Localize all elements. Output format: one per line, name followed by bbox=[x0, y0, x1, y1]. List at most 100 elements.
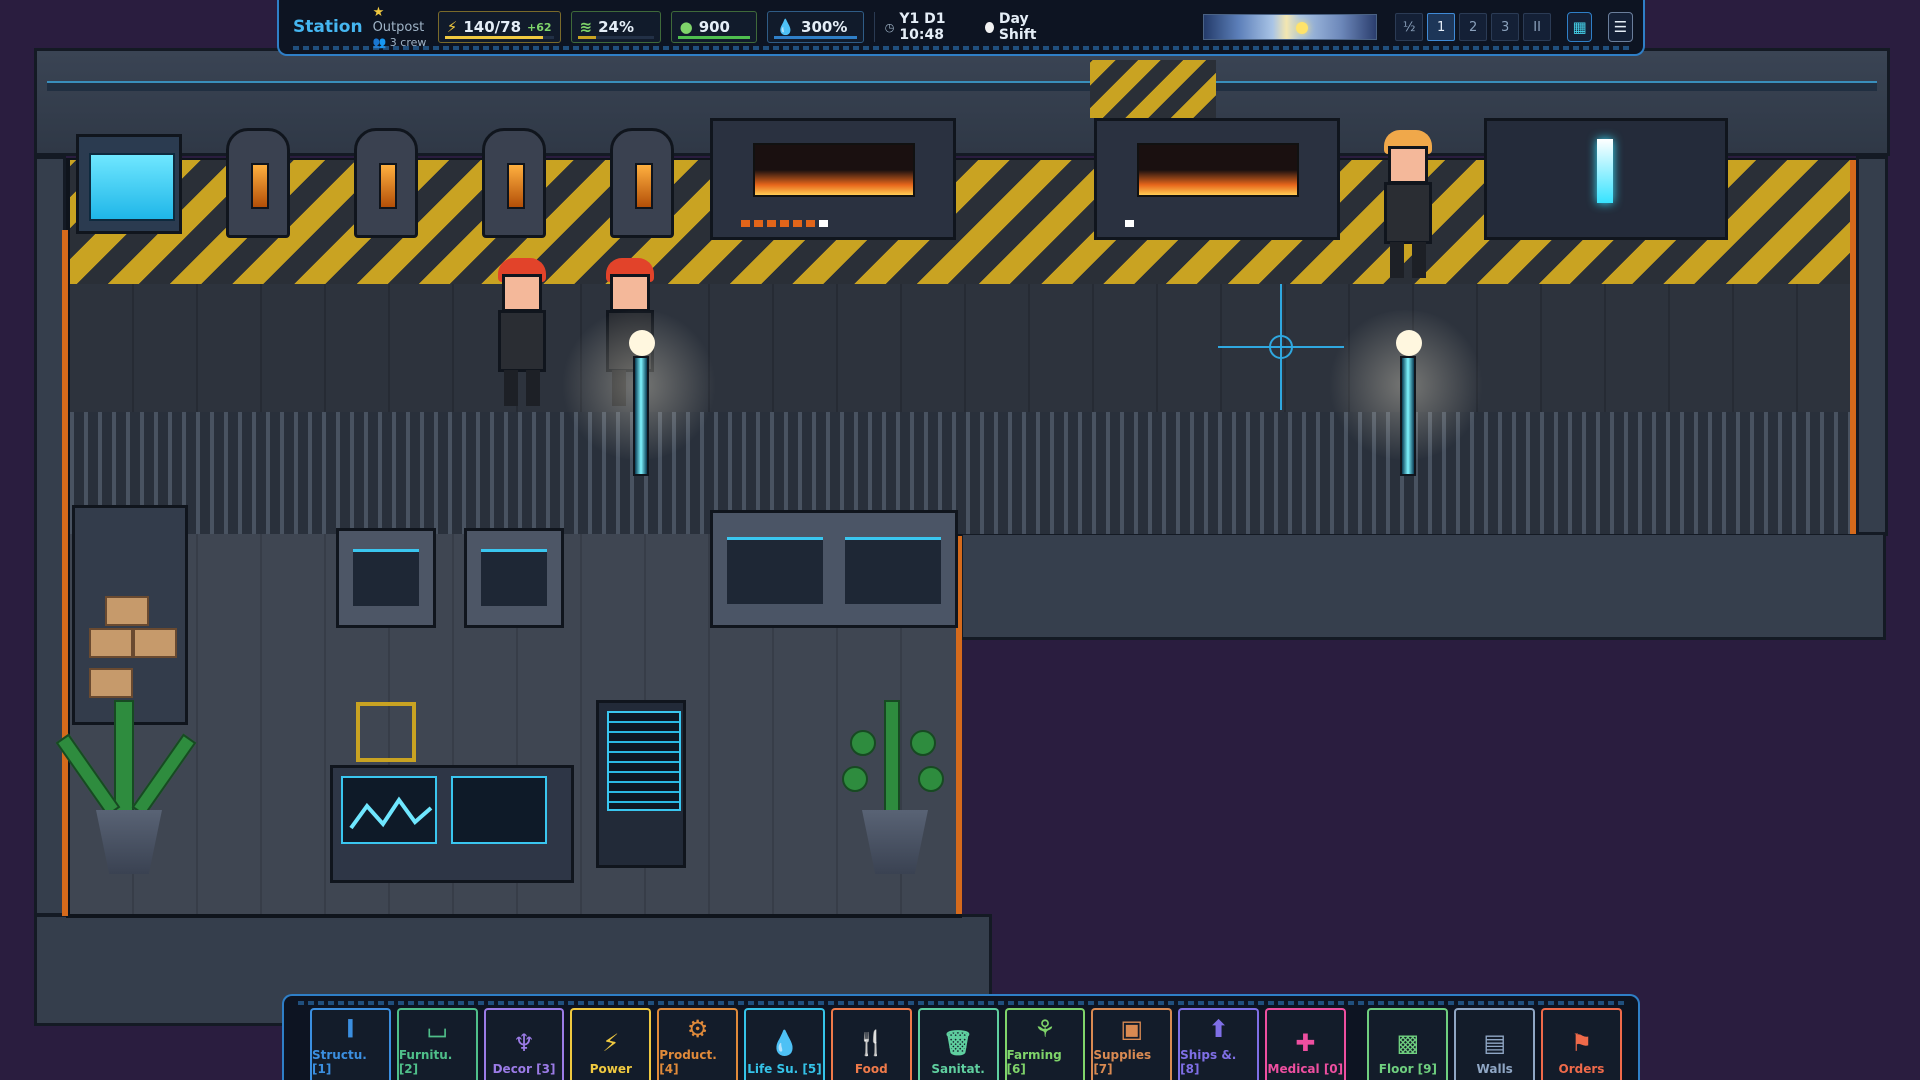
toolbar-tab-label: Farming [6] bbox=[1006, 1048, 1062, 1076]
generator-furnace[interactable] bbox=[710, 118, 956, 240]
toolbar-tab-label: Food bbox=[854, 1062, 888, 1076]
speed-1-button[interactable]: 1 bbox=[1427, 13, 1456, 41]
power-value: 140/78 bbox=[463, 18, 522, 36]
locker-cabinet[interactable] bbox=[464, 528, 564, 628]
speed-controls: ½ 1 2 3 II bbox=[1395, 13, 1552, 41]
generator-furnace[interactable] bbox=[1094, 118, 1340, 240]
lightning-icon: ⚡ bbox=[446, 18, 458, 36]
speed-3-button[interactable]: 3 bbox=[1491, 13, 1520, 41]
tier-label: Outpost bbox=[372, 19, 425, 35]
build-toolbar: 𝐈 Structu. [1] ⌴ Furnitu. [2] ♆ Decor [3] ⚡ Pow… bbox=[282, 994, 1640, 1080]
crew-icon: 👥 bbox=[372, 35, 387, 49]
power-delta: +62 bbox=[527, 20, 552, 34]
crew-member[interactable] bbox=[492, 258, 552, 408]
food-value: 900 bbox=[698, 18, 730, 36]
shift-indicator: Day Shift bbox=[984, 11, 1057, 43]
hazard-stripe-floor bbox=[70, 160, 1850, 284]
lower-room[interactable] bbox=[66, 530, 962, 918]
info-terminal[interactable] bbox=[596, 700, 686, 868]
toolbar-tab-label: Walls bbox=[1476, 1062, 1513, 1076]
toolbar-tab[interactable]: ▣ Supplies [7] bbox=[1091, 1008, 1173, 1080]
air-icon: ≋ bbox=[579, 18, 593, 36]
potted-plant[interactable] bbox=[836, 690, 956, 880]
toolbar-tab-label: Orders bbox=[1558, 1062, 1605, 1076]
hamburger-icon: ☰ bbox=[1613, 18, 1628, 36]
toolbar-tab-label: Structu. [1] bbox=[312, 1048, 367, 1076]
hull-left-wall bbox=[34, 156, 66, 916]
toolbar-tab-label: Floor [9] bbox=[1378, 1062, 1437, 1076]
toolbar-tab[interactable]: ⚑ Orders bbox=[1541, 1008, 1622, 1080]
toolbar-tab[interactable]: ⚙ Product. [4] bbox=[657, 1008, 739, 1080]
toolbar-tab[interactable]: ♆ Decor [3] bbox=[483, 1008, 565, 1080]
station-tier: ★ Outpost 👥 3 crew bbox=[373, 5, 428, 50]
toolbar-tab[interactable]: 🗑 Sanitat. bbox=[917, 1008, 999, 1080]
toolbar-tab[interactable]: ⬆ Ships &. [8] bbox=[1178, 1008, 1259, 1080]
toolbar-tab-label: Furnitu. [2] bbox=[398, 1048, 453, 1076]
battery-capsule[interactable] bbox=[339, 128, 433, 238]
clock-icon: ◷ bbox=[884, 20, 895, 34]
air-value: 24% bbox=[598, 18, 635, 36]
storage-shelf[interactable] bbox=[72, 505, 188, 725]
crew-count: 3 crew bbox=[389, 35, 427, 49]
battery-capsule[interactable] bbox=[467, 128, 561, 238]
hull-right-corridor-wall bbox=[960, 532, 1886, 640]
toolbar-tab[interactable]: ▩ Floor [9] bbox=[1367, 1008, 1449, 1080]
toolbar-tab-label: Product. [4] bbox=[659, 1048, 717, 1076]
main-room[interactable] bbox=[66, 158, 1856, 534]
room-edge-left bbox=[62, 230, 68, 916]
toolbar-tab-label: Sanitat. bbox=[931, 1062, 985, 1076]
floor-icon: ▩ bbox=[1396, 1029, 1420, 1057]
air-meter[interactable]: ≋ 24% bbox=[570, 11, 661, 43]
toolbar-tab[interactable]: 💧 Life Su. [5] bbox=[744, 1008, 825, 1080]
monitoring-console[interactable] bbox=[330, 765, 574, 883]
decor-icon: ♆ bbox=[513, 1029, 535, 1057]
battery-capsule[interactable] bbox=[595, 128, 689, 238]
medical-cross-icon: ✚ bbox=[1295, 1029, 1316, 1057]
room-edge-right-top bbox=[1850, 160, 1856, 534]
toolbar-tab[interactable]: ▤ Walls bbox=[1454, 1008, 1536, 1080]
menu-button[interactable]: ☰ bbox=[1608, 12, 1633, 42]
floor-tiles bbox=[70, 534, 956, 914]
hull-top-wall bbox=[34, 48, 1890, 156]
room-edge-right bbox=[956, 536, 962, 914]
star-icon: ★ bbox=[372, 4, 385, 20]
light-pillar[interactable] bbox=[1326, 310, 1486, 490]
power-meter[interactable]: ⚡ 140/78 +62 bbox=[437, 11, 561, 43]
hull-right-wall bbox=[1856, 156, 1888, 536]
crew-member[interactable] bbox=[600, 258, 660, 408]
water-meter[interactable]: 💧 300% bbox=[767, 11, 864, 43]
toolbar-tab[interactable]: 𝐈 Structu. [1] bbox=[310, 1008, 391, 1080]
top-hud: Station ★ Outpost 👥 3 crew ⚡ 140/78 +62 … bbox=[277, 0, 1645, 56]
toolbar-tab[interactable]: ⚘ Farming [6] bbox=[1004, 1008, 1086, 1080]
speed-half-button[interactable]: ½ bbox=[1395, 13, 1424, 41]
crew-member[interactable] bbox=[1378, 130, 1438, 280]
calendar-icon: ▦ bbox=[1572, 18, 1587, 36]
placement-marker bbox=[356, 702, 416, 762]
gear-icon: ⚙ bbox=[686, 1015, 709, 1043]
toolbar-tab[interactable]: ✚ Medical [0] bbox=[1264, 1008, 1346, 1080]
wall-panels bbox=[70, 284, 1850, 412]
speed-2-button[interactable]: 2 bbox=[1459, 13, 1488, 41]
food-meter[interactable]: ● 900 bbox=[670, 11, 758, 43]
station-map[interactable] bbox=[0, 0, 1920, 1080]
sun-marker-icon bbox=[1296, 22, 1309, 34]
station-title[interactable]: Station bbox=[293, 17, 363, 37]
droplet-icon: 💧 bbox=[776, 18, 796, 36]
light-pillar[interactable] bbox=[559, 310, 719, 490]
locker-cabinet[interactable] bbox=[336, 528, 436, 628]
workbench-desk[interactable] bbox=[710, 510, 958, 628]
toolbar-tab[interactable]: ⚡ Power bbox=[570, 1008, 652, 1080]
water-tank-screen[interactable] bbox=[76, 134, 182, 234]
water-value: 300% bbox=[801, 18, 848, 36]
potted-plant[interactable] bbox=[55, 690, 197, 880]
toolbar-tab[interactable]: 🍴 Food bbox=[830, 1008, 912, 1080]
toolbar-tab-label: Supplies [7] bbox=[1093, 1048, 1152, 1076]
toolbar-tab[interactable]: ⌴ Furnitu. [2] bbox=[396, 1008, 478, 1080]
calendar-button[interactable]: ▦ bbox=[1567, 12, 1593, 42]
sun-icon bbox=[984, 21, 994, 33]
oxygen-reactor[interactable] bbox=[1484, 118, 1728, 240]
ship-icon: ⬆ bbox=[1208, 1015, 1229, 1043]
battery-capsule[interactable] bbox=[211, 128, 305, 238]
pause-button[interactable]: II bbox=[1523, 13, 1552, 41]
sprout-icon: ⚘ bbox=[1034, 1015, 1056, 1043]
